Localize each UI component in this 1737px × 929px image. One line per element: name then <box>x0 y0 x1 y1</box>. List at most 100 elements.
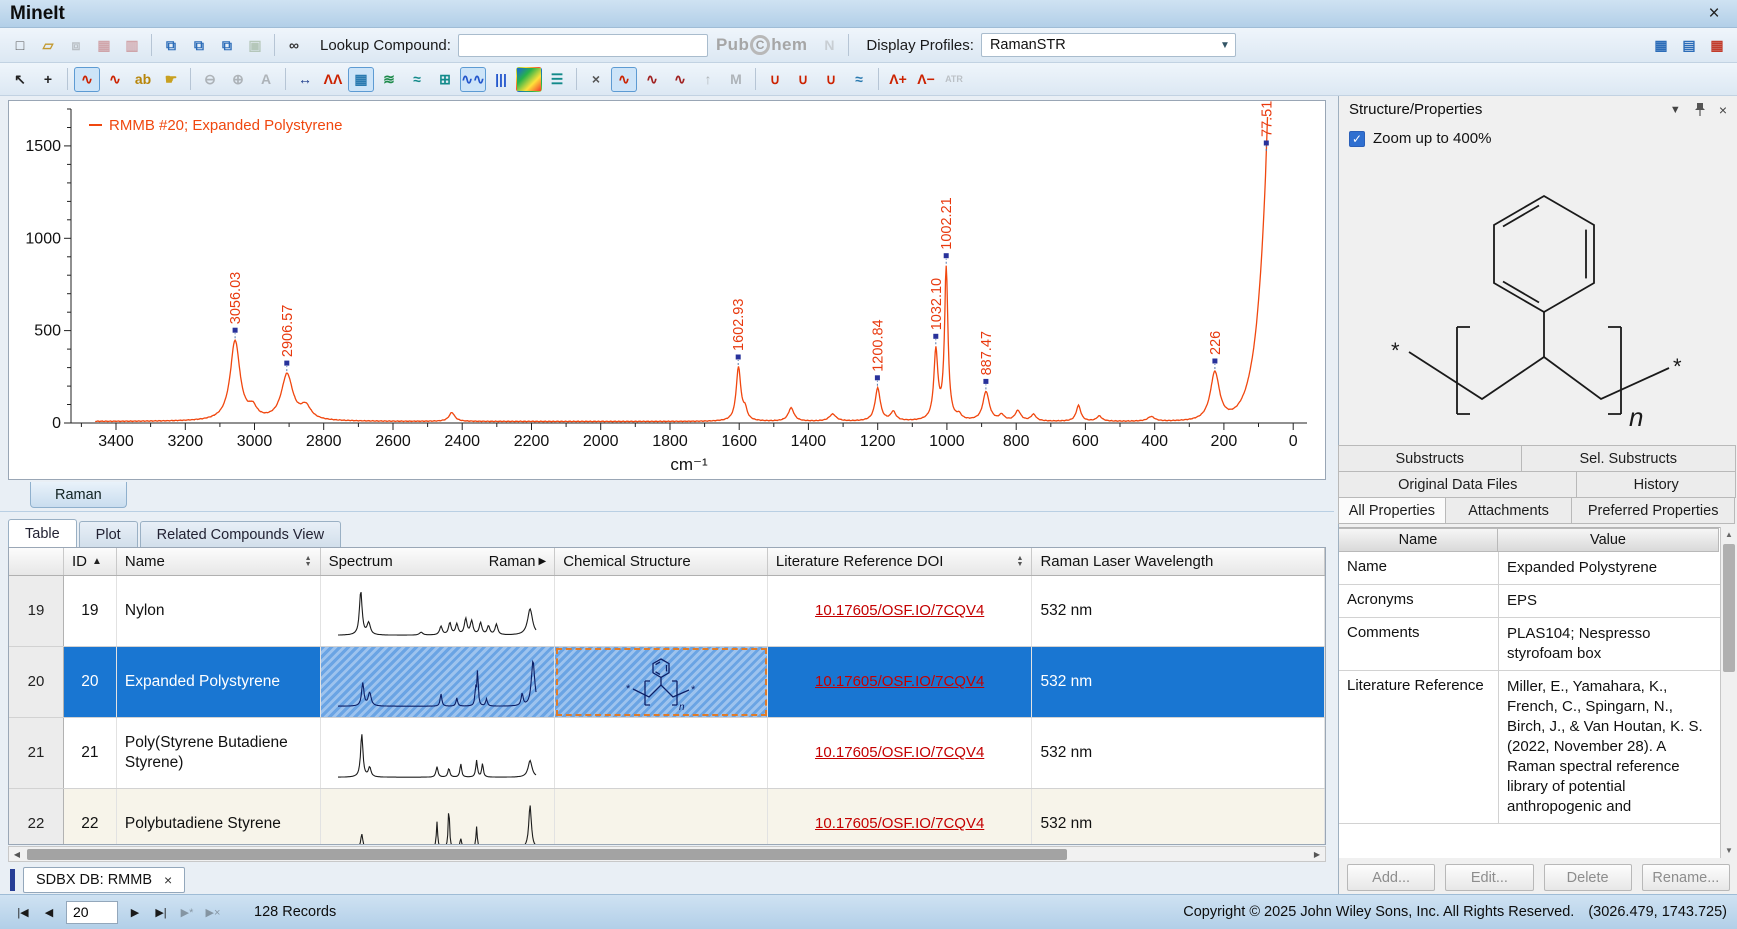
spectrum-thumbnail-cell[interactable] <box>321 576 556 646</box>
row-number-cell[interactable]: 20 <box>9 647 64 717</box>
chemical-structure-cell[interactable] <box>555 576 768 646</box>
row-number-cell[interactable]: 21 <box>9 718 64 788</box>
spectrum-thumbnail-cell[interactable] <box>321 718 556 788</box>
tab-history[interactable]: History <box>1576 471 1736 498</box>
row-number-cell[interactable]: 19 <box>9 576 64 646</box>
prev-record-button[interactable]: ◀ <box>37 900 61 924</box>
last-record-button[interactable]: ▶| <box>149 900 173 924</box>
text-label-tool-icon[interactable]: ab <box>130 67 156 92</box>
close-database-icon[interactable]: × <box>164 872 172 888</box>
raman-spectrum-plot[interactable]: 3400320030002800260024002200200018001600… <box>9 101 1325 479</box>
full-range-tool-icon[interactable]: ↔ <box>292 67 318 92</box>
window-close-button[interactable]: × <box>1701 3 1727 25</box>
sort-toggle-icon[interactable]: ▲▼ <box>305 556 312 568</box>
rename-button[interactable]: Rename... <box>1642 864 1730 891</box>
property-row[interactable]: CommentsPLAS104; Nespresso styrofoam box <box>1339 618 1721 671</box>
panel-close-icon[interactable]: × <box>1719 102 1727 118</box>
doi-link[interactable]: 10.17605/OSF.IO/7CQV4 <box>815 743 984 763</box>
table-horizontal-scrollbar[interactable]: ◀ ▶ <box>8 846 1326 862</box>
zoom-spectrum-tool-icon[interactable]: ∿ <box>74 67 100 92</box>
spectrum-type-label[interactable]: Raman <box>489 554 536 570</box>
peak-label-tool-icon[interactable]: ∿ <box>102 67 128 92</box>
table-row[interactable]: 1919Nylon10.17605/OSF.IO/7CQV4532 nm <box>9 576 1325 647</box>
design-view-icon[interactable]: ▦ <box>1704 33 1730 58</box>
atr-correction-tool-icon[interactable]: ATR <box>941 67 967 92</box>
open-file-icon[interactable]: ▱ <box>35 33 61 58</box>
grid-view-tool-icon[interactable]: ▦ <box>348 67 374 92</box>
baseline-correct-tool-icon[interactable]: ∪ <box>762 67 788 92</box>
tab-sel-substructs[interactable]: Sel. Substructs <box>1521 445 1736 472</box>
find-binoculars-icon[interactable]: ∞ <box>281 33 307 58</box>
lookup-compound-input[interactable] <box>458 34 708 57</box>
new-record-button[interactable]: ▶* <box>175 900 199 924</box>
lookup-source-icon[interactable]: N <box>816 33 842 58</box>
table-row[interactable]: 2020Expanded Polystyrene n * * 10.17605/… <box>9 647 1325 718</box>
column-header-doi[interactable]: Literature Reference DOI▲▼ <box>768 548 1033 575</box>
tab-substructs[interactable]: Substructs <box>1338 445 1522 472</box>
chemical-structure-cell[interactable] <box>555 718 768 788</box>
scroll-right-icon[interactable]: ▶ <box>1309 847 1325 861</box>
axes-ticks-tool-icon[interactable]: ⊞ <box>432 67 458 92</box>
crosshair-tool-icon[interactable]: + <box>35 67 61 92</box>
delete-record-button[interactable]: ▶× <box>201 900 225 924</box>
table-view-icon[interactable]: ▦ <box>1648 33 1674 58</box>
tab-database[interactable]: SDBX DB: RMMB × <box>23 867 185 893</box>
doi-link[interactable]: 10.17605/OSF.IO/7CQV4 <box>815 814 984 834</box>
move-up-tool-icon[interactable]: ↑ <box>695 67 721 92</box>
display-profiles-combo[interactable]: RamanSTR▼ <box>981 33 1236 57</box>
spectrum-chart-panel[interactable]: 3400320030002800260024002200200018001600… <box>8 100 1326 480</box>
first-record-button[interactable]: |◀ <box>11 900 35 924</box>
tab-table[interactable]: Table <box>8 519 77 547</box>
merge-tool-icon[interactable]: M <box>723 67 749 92</box>
doi-link[interactable]: 10.17605/OSF.IO/7CQV4 <box>815 672 984 692</box>
edit-button[interactable]: Edit... <box>1445 864 1533 891</box>
records-view-icon[interactable]: ▤ <box>1676 33 1702 58</box>
scroll-up-icon[interactable]: ▲ <box>1721 527 1737 542</box>
scroll-down-icon[interactable]: ▼ <box>1721 843 1737 858</box>
zoom-checkbox[interactable]: ✓ <box>1349 131 1365 147</box>
tab-related-compounds-view[interactable]: Related Compounds View <box>140 521 341 547</box>
tab-original-data-files[interactable]: Original Data Files <box>1338 471 1577 498</box>
structure-canvas[interactable]: * * n <box>1339 152 1737 444</box>
show-spectrum-tool-icon[interactable]: ∿ <box>611 67 637 92</box>
table-row[interactable]: 2222Polybutadiene Styrene10.17605/OSF.IO… <box>9 789 1325 845</box>
multicurve-view-tool-icon[interactable]: ☰ <box>544 67 570 92</box>
peak-picking-tool-icon[interactable]: ΛΛ <box>320 67 346 92</box>
scrollbar-thumb[interactable] <box>27 849 1067 860</box>
spectrum-stack-tool-icon[interactable]: ∿ <box>667 67 693 92</box>
chemical-structure-cell[interactable] <box>555 789 768 845</box>
property-value-cell[interactable]: Miller, E., Yamahara, K., French, C., Sp… <box>1499 671 1721 824</box>
property-row[interactable]: AcronymsEPS <box>1339 585 1721 618</box>
property-row[interactable]: NameExpanded Polystyrene <box>1339 552 1721 585</box>
autoscale-tool-icon[interactable]: A <box>253 67 279 92</box>
property-row[interactable]: Literature ReferenceMiller, E., Yamahara… <box>1339 671 1721 824</box>
tab-all-properties[interactable]: All Properties <box>1338 497 1446 524</box>
next-record-button[interactable]: ▶ <box>123 900 147 924</box>
pin-icon[interactable] <box>1694 102 1706 117</box>
overlay-view-tool-icon[interactable]: ≈ <box>404 67 430 92</box>
column-header-id[interactable]: ID▲ <box>64 548 117 575</box>
stack-view-tool-icon[interactable]: ≋ <box>376 67 402 92</box>
tab-attachments[interactable]: Attachments <box>1445 497 1573 524</box>
new-file-icon[interactable]: □ <box>7 33 33 58</box>
pan-hand-tool-icon[interactable]: ☛ <box>158 67 184 92</box>
colormap-view-tool-icon[interactable] <box>516 67 542 92</box>
doi-link[interactable]: 10.17605/OSF.IO/7CQV4 <box>815 601 984 621</box>
column-header-structure[interactable]: Chemical Structure <box>555 548 768 575</box>
spectrum-overlay-tool-icon[interactable]: ∿ <box>639 67 665 92</box>
sort-ascending-icon[interactable]: ▲ <box>92 556 102 567</box>
property-value-cell[interactable]: PLAS104; Nespresso styrofoam box <box>1499 618 1721 671</box>
scrollbar-thumb[interactable] <box>1723 544 1735 672</box>
tab-raman[interactable]: Raman <box>30 482 127 508</box>
baseline-subtract-tool-icon[interactable]: ∪ <box>790 67 816 92</box>
zoom-out-tool-icon[interactable]: ⊖ <box>197 67 223 92</box>
property-value-cell[interactable]: EPS <box>1499 585 1721 618</box>
record-number-input[interactable] <box>66 901 118 924</box>
pointer-tool-icon[interactable]: ↖ <box>7 67 33 92</box>
column-header-name[interactable]: Name▲▼ <box>117 548 321 575</box>
row-number-cell[interactable]: 22 <box>9 789 64 845</box>
baseline-fit-tool-icon[interactable]: ∪ <box>818 67 844 92</box>
paste-icon[interactable]: ▣ <box>242 33 268 58</box>
remove-spectrum-tool-icon[interactable]: × <box>583 67 609 92</box>
compare-view-tool-icon[interactable]: ∿∿ <box>460 67 486 92</box>
